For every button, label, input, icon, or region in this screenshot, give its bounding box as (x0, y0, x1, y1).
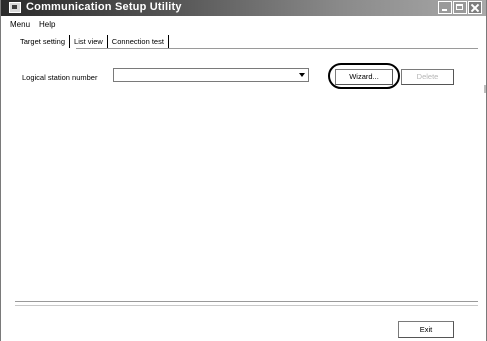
menu-item-menu[interactable]: Menu (10, 20, 30, 29)
delete-button: Delete (401, 69, 454, 85)
menu-bar: Menu Help (10, 20, 55, 29)
minimize-icon[interactable] (438, 1, 452, 14)
footer-divider-shadow (15, 305, 478, 306)
logical-station-select[interactable] (113, 68, 309, 82)
footer-divider (15, 301, 478, 302)
tab-list-view[interactable]: List view (70, 35, 108, 48)
window-controls (438, 1, 482, 15)
chevron-down-icon[interactable] (299, 73, 305, 77)
tab-connection-test[interactable]: Connection test (108, 35, 169, 48)
maximize-icon[interactable] (453, 1, 467, 14)
scrollbar-stub (484, 85, 486, 93)
close-icon[interactable] (468, 1, 482, 14)
window-title: Communication Setup Utility (26, 1, 182, 13)
app-window: Communication Setup Utility Menu Help Ta… (0, 0, 487, 341)
menu-item-help[interactable]: Help (39, 20, 55, 29)
tab-target-setting[interactable]: Target setting (18, 35, 71, 48)
title-bar[interactable]: Communication Setup Utility (1, 0, 486, 16)
tab-strip: Target setting List view Connection test (18, 35, 169, 49)
logical-station-label: Logical station number (22, 73, 98, 82)
app-icon (9, 2, 21, 13)
wizard-button[interactable]: Wizard... (335, 69, 393, 85)
exit-button[interactable]: Exit (398, 321, 454, 338)
tab-divider (76, 48, 478, 49)
